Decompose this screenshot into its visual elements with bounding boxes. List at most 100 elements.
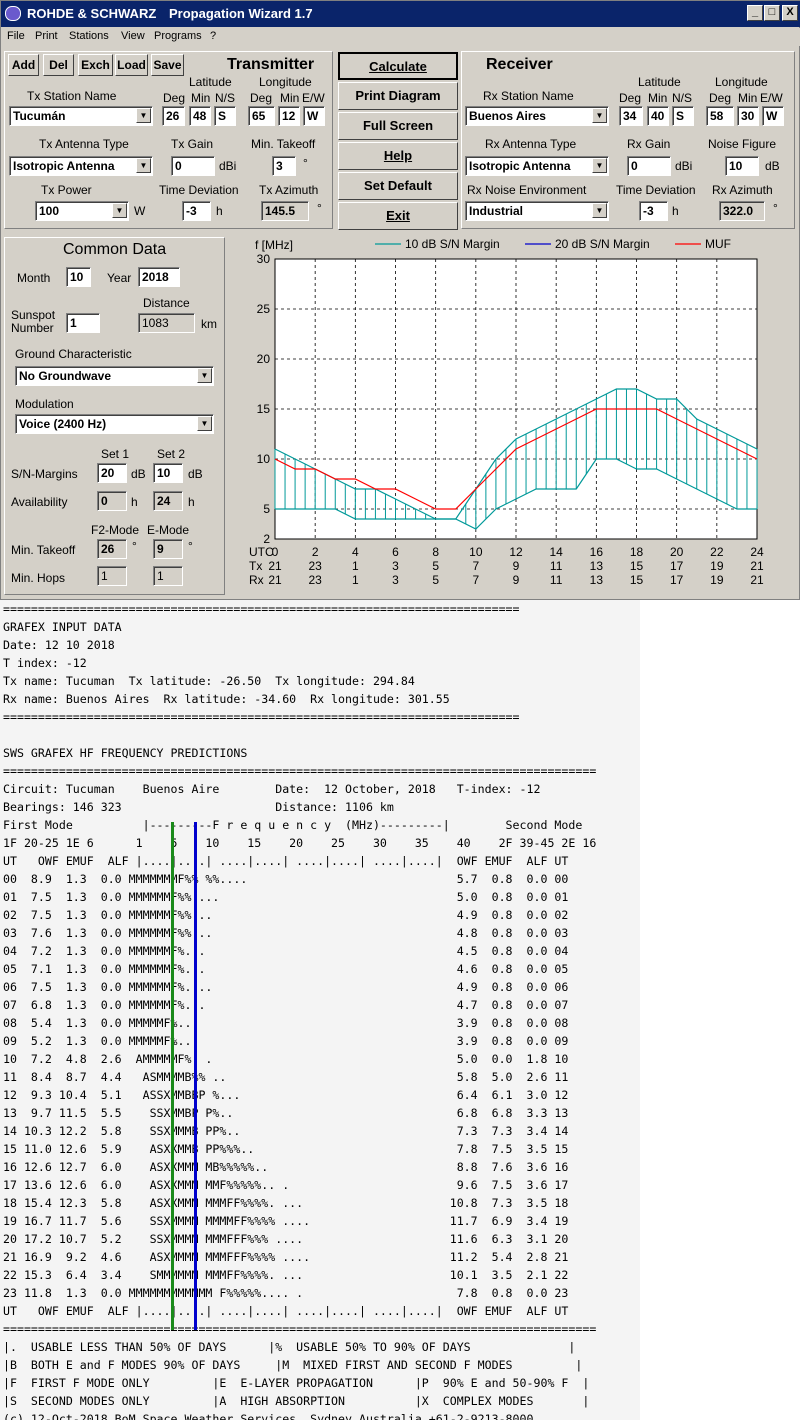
- chevron-down-icon[interactable]: ▼: [197, 368, 212, 383]
- rx-lat-deg-input[interactable]: 34: [619, 106, 643, 126]
- tx-gain-input[interactable]: 0: [171, 156, 215, 176]
- tx-gain-label: Tx Gain: [171, 137, 214, 151]
- x-tick-label: 9: [513, 559, 520, 573]
- report-line: 15 11.0 12.6 5.9 ASXXMMB PP%%%.. 7.8 7.5…: [3, 1142, 569, 1156]
- report-line: 23 11.8 1.3 0.0 MMMMMMMMMMMM F%%%%%.... …: [3, 1286, 569, 1300]
- close-button[interactable]: X: [782, 5, 798, 21]
- tx-lon-deg-input[interactable]: 65: [248, 106, 275, 126]
- maximize-button[interactable]: □: [764, 5, 780, 21]
- rx-gain-input[interactable]: 0: [627, 156, 671, 176]
- delete-button[interactable]: Del: [43, 54, 74, 76]
- ground-select[interactable]: No Groundwave ▼: [15, 366, 214, 386]
- rx-lon-min-input[interactable]: 30: [737, 106, 759, 126]
- exchange-button[interactable]: Exch: [78, 54, 113, 76]
- tx-power-select[interactable]: 100 ▼: [35, 201, 129, 221]
- minimize-button[interactable]: _: [747, 5, 763, 21]
- tx-station-select[interactable]: Tucumán ▼: [9, 106, 153, 126]
- rx-ew-label: E/W: [760, 91, 783, 105]
- tx-takeoff-label: Min. Takeoff: [251, 137, 316, 151]
- tx-time-deviation-input[interactable]: -3: [182, 201, 211, 221]
- menu-stations[interactable]: Stations: [69, 30, 109, 42]
- rx-antenna-select[interactable]: Isotropic Antenna ▼: [465, 156, 609, 176]
- set2-label: Set 2: [157, 447, 186, 461]
- exit-button[interactable]: Exit: [338, 202, 458, 230]
- report-line: 21 16.9 9.2 4.6 ASXMMMM MMMFFF%%%% .... …: [3, 1250, 569, 1264]
- year-input[interactable]: 2018: [138, 267, 180, 287]
- tx-takeoff-unit: °: [303, 156, 308, 170]
- print-diagram-button[interactable]: Print Diagram: [338, 82, 458, 110]
- menu-view[interactable]: View: [121, 30, 145, 42]
- sn-margin-set1-unit: dB: [131, 467, 146, 481]
- tx-power-value: 100: [39, 204, 60, 218]
- year-label: Year: [107, 271, 132, 285]
- f2-mode-label: F2-Mode: [91, 523, 140, 537]
- report-line: 10 7.2 4.8 2.6 AMMMMMF%. . 5.0 0.0 1.8 1…: [3, 1052, 569, 1066]
- rx-noise-figure-unit: dB: [765, 159, 780, 173]
- modulation-select[interactable]: Voice (2400 Hz) ▼: [15, 414, 214, 434]
- x-tick-label: 7: [472, 559, 479, 573]
- month-input[interactable]: 10: [66, 267, 91, 287]
- chevron-down-icon[interactable]: ▼: [112, 203, 127, 218]
- tx-lat-ns-input[interactable]: S: [214, 106, 236, 126]
- add-button[interactable]: Add: [8, 54, 39, 76]
- tx-lat-deg-input[interactable]: 26: [162, 106, 185, 126]
- x-row-label: UTC: [249, 545, 274, 559]
- tx-antenna-select[interactable]: Isotropic Antenna ▼: [9, 156, 153, 176]
- e-mode-label: E-Mode: [147, 523, 190, 537]
- help-button[interactable]: Help: [338, 142, 458, 170]
- menu-programs[interactable]: Programs: [154, 30, 202, 42]
- sn-margin-set2-input[interactable]: 10: [153, 463, 183, 483]
- y-tick-label: 2: [263, 532, 270, 546]
- rx-station-label: Rx Station Name: [483, 89, 574, 103]
- sn-margin-set1-input[interactable]: 20: [97, 463, 127, 483]
- tx-takeoff-input[interactable]: 3: [272, 156, 296, 176]
- calculate-button[interactable]: Calculate: [338, 52, 458, 80]
- tx-lon-deg-label: Deg: [250, 91, 273, 105]
- rx-lat-ns-input[interactable]: S: [672, 106, 694, 126]
- rx-ns-label: N/S: [672, 91, 693, 105]
- report-line: 05 7.1 1.3 0.0 MMMMMMF%. . 4.6 0.8 0.0 0…: [3, 962, 569, 976]
- menu-file[interactable]: File: [7, 30, 25, 42]
- full-screen-button[interactable]: Full Screen: [338, 112, 458, 140]
- report-line: 19 16.7 11.7 5.6 SSXMMMM MMMMFF%%%% ....…: [3, 1214, 569, 1228]
- rx-lon-ew-input[interactable]: W: [762, 106, 784, 126]
- chevron-down-icon[interactable]: ▼: [197, 416, 212, 431]
- rx-lon-deg-input[interactable]: 58: [706, 106, 734, 126]
- rx-azimuth-unit: °: [773, 201, 778, 215]
- x-tick-label: 21: [750, 559, 764, 573]
- set-default-button[interactable]: Set Default: [338, 172, 458, 200]
- tx-min-label: Min: [191, 91, 211, 105]
- chevron-down-icon[interactable]: ▼: [592, 158, 607, 173]
- chevron-down-icon[interactable]: ▼: [592, 108, 607, 123]
- report-line: 17 13.6 12.6 6.0 ASXXMMM MMF%%%%%.. . 9.…: [3, 1178, 569, 1192]
- chevron-down-icon[interactable]: ▼: [136, 108, 151, 123]
- rx-lat-min-input[interactable]: 40: [647, 106, 669, 126]
- menu-help[interactable]: ?: [210, 30, 216, 42]
- tx-deg-label: Deg: [163, 91, 186, 105]
- x-tick-label: 5: [432, 559, 439, 573]
- rx-noise-env-select[interactable]: Industrial ▼: [465, 201, 609, 221]
- rx-noise-figure-label: Noise Figure: [708, 137, 777, 151]
- report-line: GRAFEX INPUT DATA: [3, 620, 122, 634]
- chevron-down-icon[interactable]: ▼: [592, 203, 607, 218]
- x-tick-label: 19: [710, 573, 724, 587]
- tx-lon-min-input[interactable]: 12: [278, 106, 300, 126]
- save-button[interactable]: Save: [151, 54, 184, 76]
- tx-lat-min-input[interactable]: 48: [189, 106, 211, 126]
- report-line: T index: -12: [3, 656, 87, 670]
- menu-print[interactable]: Print: [35, 30, 58, 42]
- tx-lon-ew-input[interactable]: W: [303, 106, 325, 126]
- rx-antenna-value: Isotropic Antenna: [469, 159, 571, 173]
- x-tick-label: 17: [670, 573, 684, 587]
- tx-ns-label: N/S: [215, 91, 236, 105]
- rx-time-deviation-input[interactable]: -3: [639, 201, 668, 221]
- chevron-down-icon[interactable]: ▼: [136, 158, 151, 173]
- report-line: ========================================…: [3, 602, 520, 616]
- rx-noise-figure-input[interactable]: 10: [725, 156, 759, 176]
- rx-station-select[interactable]: Buenos Aires ▼: [465, 106, 609, 126]
- rx-lon-deg-label: Deg: [709, 91, 732, 105]
- load-button[interactable]: Load: [115, 54, 148, 76]
- y-tick-label: 10: [257, 452, 271, 466]
- rx-time-deviation-unit: h: [672, 204, 679, 218]
- sunspot-input[interactable]: 1: [66, 313, 100, 333]
